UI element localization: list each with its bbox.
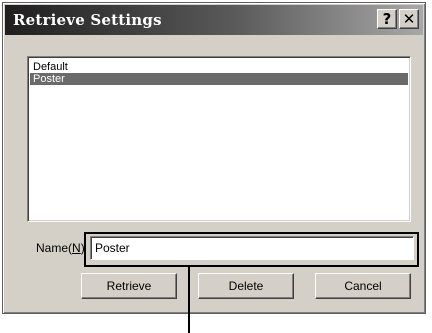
list-item-default[interactable]: Default [30, 61, 408, 73]
name-label: Name(N) [36, 241, 85, 255]
delete-button[interactable]: Delete [198, 273, 294, 299]
close-button[interactable]: ✕ [399, 9, 419, 29]
name-label-prefix: Name( [36, 241, 73, 255]
dialog-title: Retrieve Settings [13, 11, 162, 29]
help-button[interactable]: ? [377, 9, 397, 29]
callout-line [188, 267, 190, 333]
close-icon: ✕ [402, 9, 416, 28]
list-item-poster[interactable]: Poster [30, 73, 408, 85]
retrieve-button[interactable]: Retrieve [81, 273, 177, 299]
name-input[interactable]: Poster [90, 236, 414, 260]
name-label-mnemonic: N [72, 241, 81, 255]
cancel-button[interactable]: Cancel [315, 273, 411, 299]
help-icon: ? [382, 9, 392, 28]
settings-listbox[interactable]: Default Poster [27, 56, 411, 222]
title-bar[interactable]: Retrieve Settings ? ✕ [5, 5, 423, 35]
